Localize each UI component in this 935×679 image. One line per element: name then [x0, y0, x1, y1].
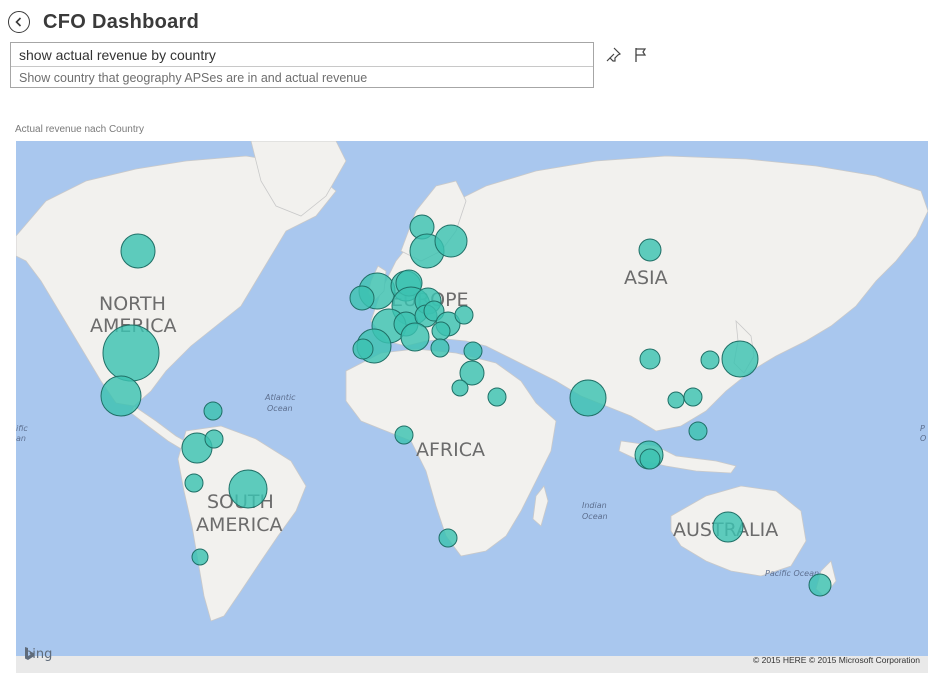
map-canvas: NORTH AMERICA SOUTH AMERICA EUROPE AFRIC… [16, 141, 928, 673]
map-copyright: © 2015 HERE © 2015 Microsoft Corporation [752, 655, 920, 665]
bubble-saudi-arabia[interactable] [487, 387, 507, 407]
bing-b-icon [25, 647, 34, 660]
bubble-australia[interactable] [712, 511, 744, 543]
bubble-mexico[interactable] [100, 375, 142, 417]
bubble-brazil[interactable] [228, 469, 268, 509]
bubble-nigeria[interactable] [394, 425, 414, 445]
bubble-china[interactable] [639, 348, 661, 370]
bubble-south-africa[interactable] [438, 528, 458, 548]
chart-title: Actual revenue nach Country [15, 124, 144, 135]
qa-question-input[interactable] [11, 43, 593, 67]
bubble-chile[interactable] [191, 548, 209, 566]
bubble-turkey[interactable] [463, 341, 483, 361]
label-africa: AFRICA [416, 439, 485, 461]
bubble-romania[interactable] [454, 305, 474, 325]
flag-button[interactable] [632, 46, 650, 64]
bubble-egypt[interactable] [451, 379, 469, 397]
revenue-map[interactable]: NORTH AMERICA SOUTH AMERICA EUROPE AFRIC… [16, 141, 928, 673]
label-atlantic-line2: Ocean [267, 404, 293, 413]
qa-suggestion[interactable]: Show country that geography APSes are in… [19, 71, 367, 85]
label-atlantic-line1: Atlantic [264, 393, 296, 402]
label-pacific-west-2: an [16, 434, 26, 443]
back-button[interactable] [8, 11, 30, 33]
bubble-korea[interactable] [700, 350, 720, 370]
bubble-italy[interactable] [400, 322, 430, 352]
bubble-portugal[interactable] [352, 338, 374, 360]
label-pacific-right-2: O [920, 434, 926, 443]
label-asia: ASIA [624, 267, 668, 289]
bubble-taiwan[interactable] [683, 387, 703, 407]
bubble-singapore[interactable] [639, 448, 661, 470]
page-title: CFO Dashboard [43, 10, 200, 33]
bubble-vietnam[interactable] [667, 391, 685, 409]
bubble-new-zealand[interactable] [808, 573, 832, 597]
label-pacific-right-1: P [920, 424, 925, 433]
bubble-japan[interactable] [721, 340, 759, 378]
bubble-canada[interactable] [120, 233, 156, 269]
label-pacific-east: Pacific Ocean [765, 569, 819, 578]
land-masses [16, 141, 928, 673]
bubble-venezuela[interactable] [204, 429, 224, 449]
label-north-america-line1: NORTH [99, 293, 166, 315]
label-indian-line2: Ocean [582, 512, 608, 521]
bubble-russia[interactable] [638, 238, 662, 262]
bubble-finland[interactable] [434, 224, 468, 258]
bubble-philippines[interactable] [688, 421, 708, 441]
bubble-croatia[interactable] [431, 321, 451, 341]
land-madagascar [532, 485, 549, 527]
bubble-peru[interactable] [184, 473, 204, 493]
header: CFO Dashboard [8, 8, 199, 36]
label-pacific-west-1: ific [16, 424, 28, 433]
bing-logo[interactable]: bing [24, 647, 52, 662]
bubble-greece[interactable] [430, 338, 450, 358]
qa-box: Show country that geography APSes are in… [10, 42, 594, 88]
pin-icon [606, 47, 622, 62]
back-arrow-icon [15, 17, 22, 27]
label-indian-line1: Indian [582, 501, 607, 510]
label-south-america-line2: AMERICA [196, 514, 282, 536]
bubble-ireland[interactable] [349, 285, 375, 311]
bubble-usa[interactable] [102, 324, 160, 382]
bubble-caribbean[interactable] [203, 401, 223, 421]
flag-icon [635, 48, 647, 62]
pin-button[interactable] [604, 46, 622, 64]
bubble-india[interactable] [569, 379, 607, 417]
